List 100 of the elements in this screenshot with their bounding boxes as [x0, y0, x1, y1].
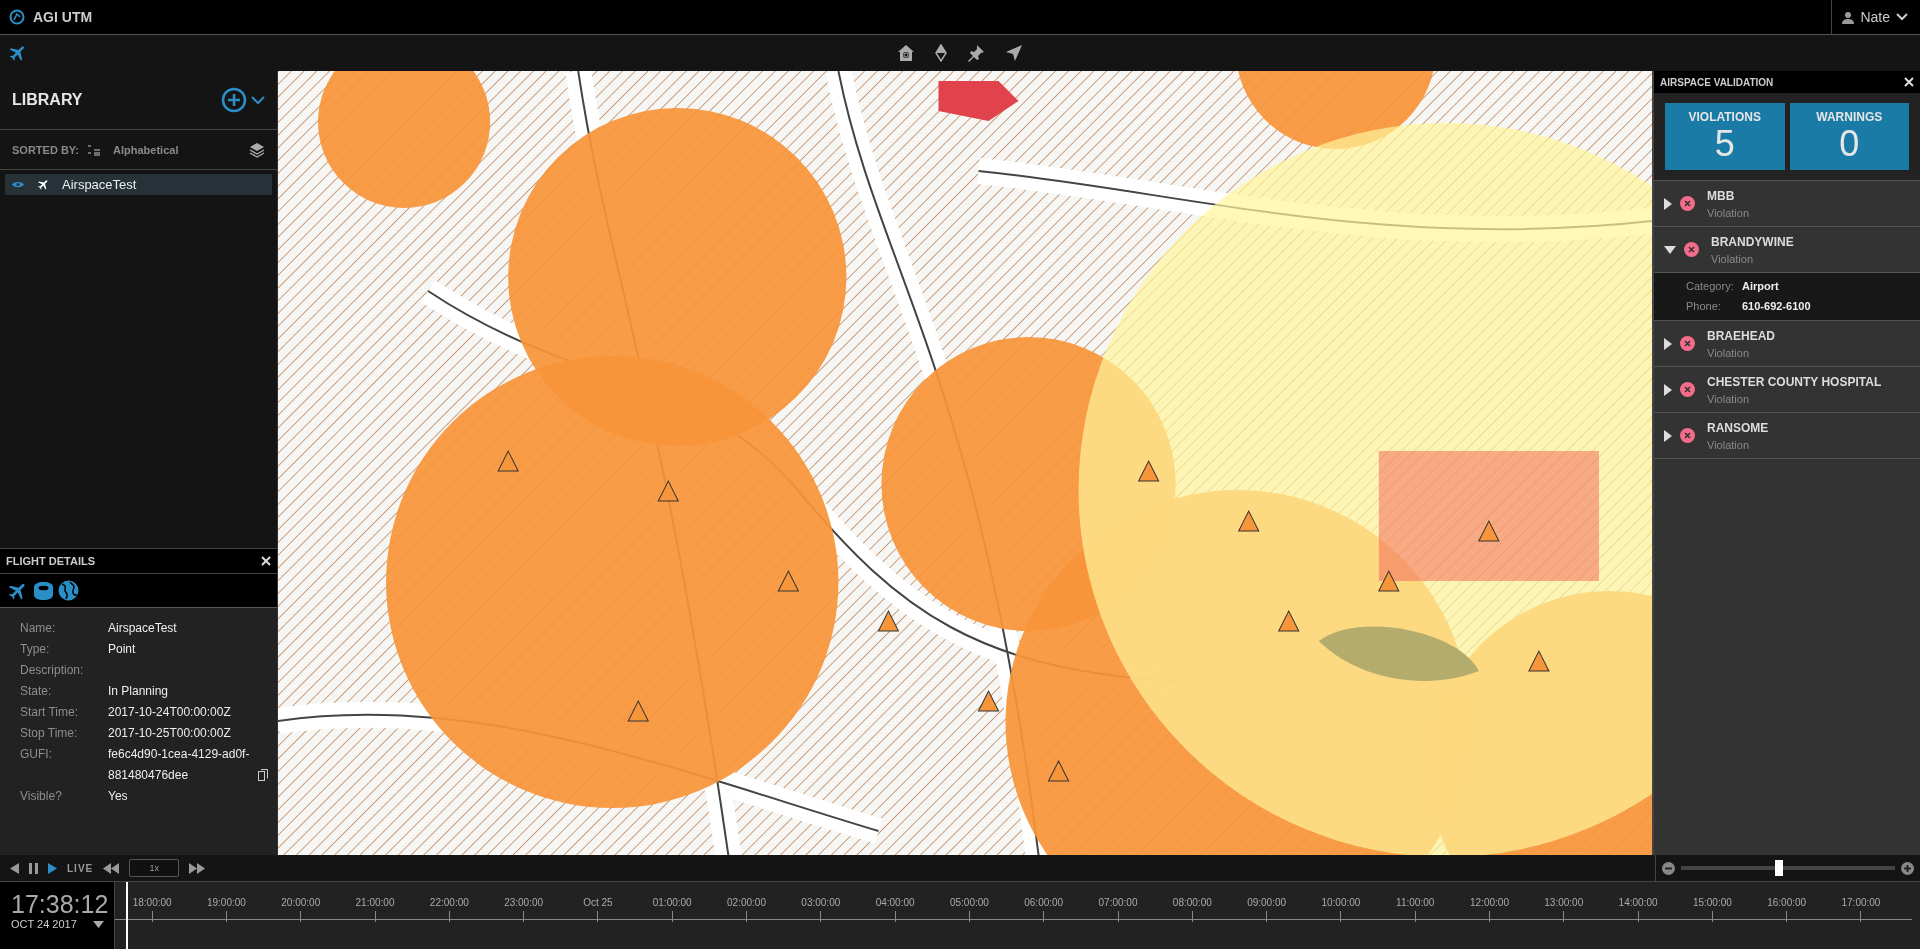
tick-label: 14:00:00 [1618, 897, 1658, 908]
error-icon [1680, 336, 1695, 351]
field-label: State: [20, 683, 53, 700]
validation-item[interactable]: CHESTER COUNTY HOSPITAL Violation [1654, 367, 1920, 413]
user-name: Nate [1860, 9, 1890, 25]
field-label: Name: [20, 620, 57, 637]
slider-thumb[interactable] [1775, 860, 1784, 876]
detail-label: Category: [1686, 279, 1735, 294]
field-label: Type: [20, 641, 51, 658]
step-back-icon[interactable] [10, 862, 19, 874]
chevron-down-icon [1896, 13, 1908, 21]
clock-time: 17:38:12 [11, 890, 110, 918]
current-time-marker[interactable] [126, 882, 128, 949]
user-menu[interactable]: Nate [1831, 0, 1920, 34]
pause-icon[interactable] [29, 862, 38, 874]
tick-label: Oct 25 [583, 897, 613, 908]
eye-icon[interactable] [11, 180, 25, 189]
caret-down-icon[interactable] [92, 920, 104, 928]
caret-right-icon[interactable] [1664, 429, 1672, 442]
item-name: CHESTER COUNTY HOSPITAL [1707, 374, 1882, 389]
tick-label: 09:00:00 [1247, 897, 1287, 908]
tick-label: 05:00:00 [949, 897, 989, 908]
close-icon[interactable] [1904, 77, 1914, 87]
field-value: 2017-10-25T00:00:00Z [108, 725, 231, 742]
zoom-in-icon[interactable] [1901, 861, 1914, 875]
item-status: Violation [1707, 438, 1750, 451]
tick-label: 02:00:00 [727, 897, 766, 908]
compass-icon[interactable] [935, 44, 947, 62]
zoom-out-icon[interactable] [1662, 861, 1675, 875]
validation-item[interactable]: MBB Violation [1654, 181, 1920, 227]
field-value: fe6c4d90-1cea-4129-ad0f-881480476dee [108, 746, 251, 784]
field-label: Description: [20, 662, 85, 679]
field-value: AirspaceTest [108, 620, 177, 637]
layers-icon[interactable] [249, 141, 265, 158]
panel-title: FLIGHT DETAILS [6, 555, 95, 567]
add-icon[interactable] [221, 87, 247, 113]
logo-icon [9, 9, 25, 25]
tick-label: 06:00:00 [1024, 897, 1064, 908]
live-button[interactable]: LIVE [67, 862, 94, 874]
app-title: AGI UTM [33, 9, 93, 25]
play-icon[interactable] [48, 862, 57, 874]
caret-right-icon[interactable] [1664, 383, 1672, 396]
caret-down-icon[interactable] [1664, 245, 1676, 254]
validation-item[interactable]: RANSOME Violation [1654, 413, 1920, 459]
globe-icon[interactable] [58, 580, 79, 601]
tick-label: 01:00:00 [652, 897, 692, 908]
fast-forward-icon[interactable] [189, 862, 206, 874]
error-icon [1684, 242, 1699, 257]
field-label: Start Time: [20, 704, 79, 721]
error-icon [1680, 428, 1695, 443]
panel-title: LIBRARY [12, 91, 83, 109]
tick-label: 18:00:00 [132, 897, 172, 908]
detail-value: 610-692-6100 [1742, 299, 1812, 314]
tick-label: 13:00:00 [1544, 897, 1584, 908]
tick-label: 15:00:00 [1692, 897, 1732, 908]
tick-label: 21:00:00 [355, 897, 395, 908]
item-status: Violation [1707, 206, 1749, 219]
field-value: Yes [108, 788, 128, 805]
tick-label: 12:00:00 [1470, 897, 1509, 908]
item-name: BRAEHEAD [1707, 328, 1775, 343]
item-name: BRANDYWINE [1711, 234, 1794, 249]
sort-value[interactable]: Alphabetical [113, 143, 179, 156]
tick-label: 03:00:00 [801, 897, 841, 908]
close-icon[interactable] [261, 556, 271, 566]
sort-label: SORTED BY: [12, 143, 80, 156]
pin-icon[interactable] [967, 44, 985, 62]
error-icon [1680, 382, 1695, 397]
tick-label: 08:00:00 [1172, 897, 1212, 908]
counter-value: 5 [1714, 124, 1735, 164]
rewind-icon[interactable] [103, 862, 120, 874]
cylinder-icon[interactable] [33, 580, 54, 601]
tick-label: 10:00:00 [1321, 897, 1361, 908]
field-value: 2017-10-24T00:00:00Z [108, 704, 231, 721]
field-label: GUFI: [20, 746, 53, 763]
user-icon [1842, 10, 1855, 24]
panel-title: AIRSPACE VALIDATION [1660, 76, 1774, 88]
detail-value: Airport [1742, 279, 1780, 294]
chevron-down-icon[interactable] [251, 95, 265, 105]
clock-date: OCT 24 2017 [11, 918, 77, 930]
field-label: Stop Time: [20, 725, 79, 742]
library-item[interactable]: AirspaceTest [5, 174, 272, 195]
counter-label: WARNINGS [1816, 110, 1883, 124]
tick-label: 07:00:00 [1098, 897, 1138, 908]
copy-icon[interactable] [258, 769, 268, 781]
speed-field[interactable]: 1x [129, 859, 180, 877]
item-status: Violation [1711, 252, 1754, 265]
sort-icon [87, 143, 102, 156]
navigation-arrow-icon[interactable] [1005, 44, 1023, 62]
airplane-icon [37, 178, 50, 191]
tick-label: 04:00:00 [875, 897, 915, 908]
home-icon[interactable] [897, 44, 915, 62]
counter-label: VIOLATIONS [1688, 110, 1761, 124]
tick-label: 22:00:00 [429, 897, 469, 908]
caret-right-icon[interactable] [1664, 197, 1672, 210]
detail-label: Phone: [1686, 299, 1722, 314]
tick-label: 16:00:00 [1767, 897, 1807, 908]
validation-item[interactable]: BRAEHEAD Violation [1654, 321, 1920, 367]
item-status: Violation [1707, 346, 1750, 359]
error-icon [1680, 196, 1695, 211]
caret-right-icon[interactable] [1664, 337, 1672, 350]
